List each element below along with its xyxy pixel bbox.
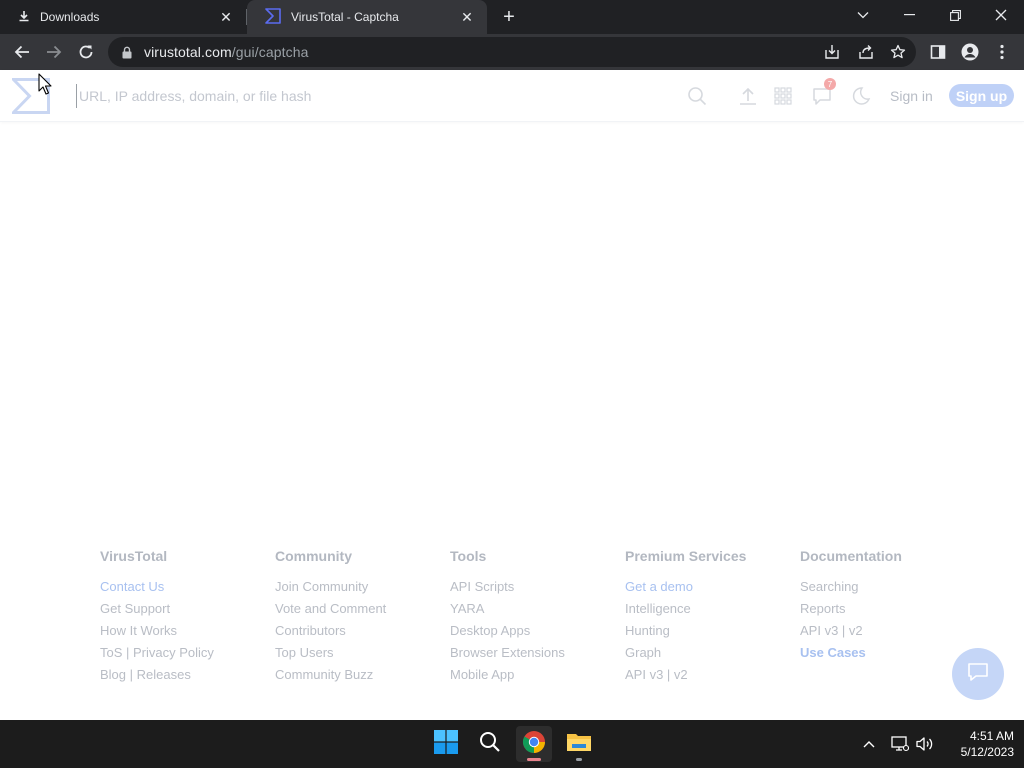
taskbar-search-button[interactable] — [472, 726, 508, 762]
footer-link[interactable]: Vote and Comment — [275, 601, 450, 623]
footer-link[interactable]: ToS | Privacy Policy — [100, 645, 275, 667]
restore-window-button[interactable] — [932, 0, 978, 30]
close-window-button[interactable] — [978, 0, 1024, 30]
footer-column-virustotal: VirusTotal Contact Us Get Support How It… — [100, 548, 275, 689]
footer-link[interactable]: Contributors — [275, 623, 450, 645]
running-app-indicator — [576, 758, 582, 761]
sign-in-link[interactable]: Sign in — [890, 88, 933, 104]
side-panel-icon[interactable] — [924, 38, 952, 66]
tab-downloads[interactable]: Downloads ✕ — [0, 0, 246, 34]
footer-link[interactable]: API v3 | v2 — [625, 667, 800, 689]
new-tab-button[interactable]: + — [498, 6, 520, 28]
close-tab-icon[interactable]: ✕ — [457, 7, 477, 27]
dark-mode-icon[interactable] — [849, 84, 873, 108]
footer-link[interactable]: Community Buzz — [275, 667, 450, 689]
bookmark-star-icon[interactable] — [886, 40, 910, 64]
windows-taskbar: 4:51 AM 5/12/2023 — [0, 720, 1024, 768]
forward-icon[interactable] — [40, 38, 68, 66]
browser-menu-icon[interactable] — [988, 38, 1016, 66]
footer-link[interactable]: Graph — [625, 645, 800, 667]
footer-link[interactable]: Top Users — [275, 645, 450, 667]
footer-link[interactable]: API v3 | v2 — [800, 623, 975, 645]
footer-column-premium-services: Premium Services Get a demo Intelligence… — [625, 548, 800, 689]
footer-column-title: Community — [275, 548, 352, 564]
footer-column-title: Premium Services — [625, 548, 747, 564]
footer-link[interactable]: Contact Us — [100, 579, 275, 601]
footer-link[interactable]: Desktop Apps — [450, 623, 625, 645]
footer-link[interactable]: Blog | Releases — [100, 667, 275, 689]
browser-toolbar: virustotal.com/gui/captcha — [0, 34, 1024, 70]
footer-link[interactable]: Use Cases — [800, 645, 975, 667]
search-input[interactable] — [76, 84, 636, 108]
virustotal-page: 7 Sign in Sign up VirusTotal Contact Us … — [0, 70, 1024, 720]
footer-link[interactable]: Hunting — [625, 623, 800, 645]
minimize-window-button[interactable] — [886, 0, 932, 30]
notification-count-badge: 7 — [824, 78, 836, 90]
close-tab-icon[interactable]: ✕ — [216, 7, 236, 27]
reload-icon[interactable] — [72, 38, 100, 66]
profile-icon[interactable] — [956, 38, 984, 66]
apps-grid-icon[interactable] — [771, 84, 795, 108]
url-text: virustotal.com/gui/captcha — [144, 44, 308, 60]
show-hidden-icons-icon[interactable] — [858, 733, 880, 755]
address-bar[interactable]: virustotal.com/gui/captcha — [108, 37, 916, 67]
footer-column-community: Community Join Community Vote and Commen… — [275, 548, 450, 689]
lock-icon[interactable] — [120, 45, 134, 59]
footer-column-documentation: Documentation Searching Reports API v3 |… — [800, 548, 975, 667]
start-button[interactable] — [428, 726, 464, 762]
footer-link[interactable]: API Scripts — [450, 579, 625, 601]
back-icon[interactable] — [8, 38, 36, 66]
share-icon[interactable] — [854, 40, 878, 64]
tab-title: Downloads — [40, 10, 100, 24]
site-footer: VirusTotal Contact Us Get Support How It… — [100, 548, 1000, 698]
notifications-icon[interactable]: 7 — [810, 78, 836, 108]
tab-strip: Downloads ✕ VirusTotal - Captcha ✕ + — [0, 0, 1024, 34]
tab-search-icon[interactable] — [840, 0, 886, 30]
url-path: /gui/captcha — [231, 44, 309, 60]
system-clock[interactable]: 4:51 AM 5/12/2023 — [944, 728, 1014, 760]
search-icon[interactable] — [685, 84, 709, 108]
footer-column-title: Tools — [450, 548, 487, 564]
network-icon[interactable] — [889, 733, 911, 755]
clock-time: 4:51 AM — [969, 729, 1014, 743]
install-app-icon[interactable] — [820, 40, 844, 64]
tab-title: VirusTotal - Captcha — [291, 10, 399, 24]
footer-link[interactable]: Get a demo — [625, 579, 800, 601]
chat-button[interactable] — [952, 648, 1004, 700]
footer-column-title: Documentation — [800, 548, 902, 564]
footer-link[interactable]: Browser Extensions — [450, 645, 625, 667]
site-header: 7 Sign in Sign up — [0, 70, 1024, 122]
footer-column-tools: Tools API Scripts YARA Desktop Apps Brow… — [450, 548, 625, 689]
chrome-icon — [522, 730, 546, 759]
footer-link[interactable]: Reports — [800, 601, 975, 623]
taskbar-chrome-button[interactable] — [516, 726, 552, 762]
windows-logo-icon — [434, 729, 458, 759]
mouse-cursor-icon — [38, 73, 52, 95]
tab-virustotal-captcha[interactable]: VirusTotal - Captcha ✕ — [247, 0, 487, 34]
footer-link[interactable]: How It Works — [100, 623, 275, 645]
download-icon — [18, 10, 30, 25]
volume-icon[interactable] — [914, 733, 936, 755]
folder-icon — [566, 731, 592, 758]
footer-column-title: VirusTotal — [100, 548, 168, 564]
clock-date: 5/12/2023 — [960, 745, 1014, 759]
footer-link[interactable]: Mobile App — [450, 667, 625, 689]
active-app-indicator — [527, 758, 541, 761]
taskbar-file-explorer-button[interactable] — [561, 726, 597, 762]
footer-link[interactable]: Get Support — [100, 601, 275, 623]
footer-link[interactable]: Intelligence — [625, 601, 800, 623]
chat-icon — [967, 661, 989, 688]
upload-icon[interactable] — [736, 84, 760, 108]
footer-link[interactable]: Searching — [800, 579, 975, 601]
search-icon — [479, 731, 501, 758]
footer-link[interactable]: YARA — [450, 601, 625, 623]
footer-link[interactable]: Join Community — [275, 579, 450, 601]
sign-up-button[interactable]: Sign up — [949, 84, 1014, 107]
virustotal-icon — [265, 7, 281, 27]
url-host: virustotal.com — [144, 44, 232, 60]
